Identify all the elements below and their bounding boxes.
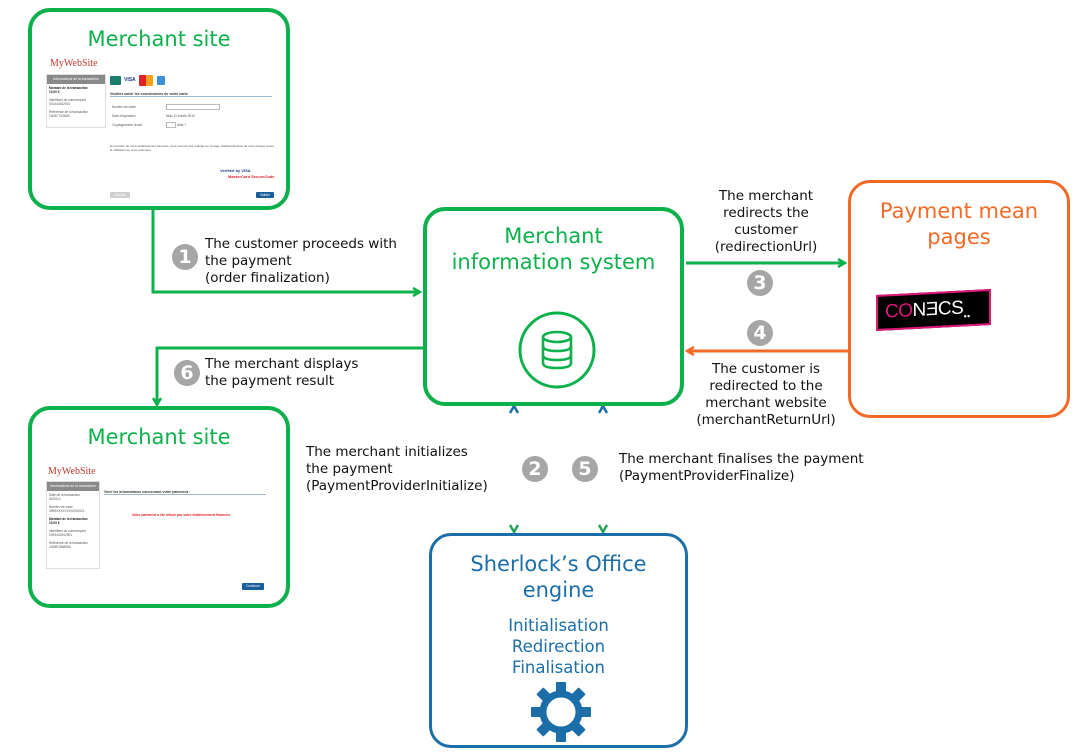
- cvv-label: Cryptogramme visuel: [112, 123, 143, 127]
- engine-title: Sherlock’s Office engine: [432, 551, 685, 603]
- merchant-site-top-node: Merchant site MyWebSite Informations de …: [28, 8, 290, 210]
- step-3-badge: 3: [747, 270, 773, 296]
- step-5-label: The merchant finalises the payment (Payme…: [619, 451, 864, 484]
- payment-refused-message: Votre paiement a été refusé par votre ét…: [132, 513, 231, 517]
- payment-page-screenshot: MyWebSite Informations de la transaction…: [32, 12, 286, 206]
- result-heading: Voici les informations concernant votre …: [104, 490, 266, 495]
- step-4-badge: 4: [747, 320, 773, 346]
- step-6-label: The merchant displays the payment result: [205, 356, 359, 389]
- sidebar-item: Identifiant du commerçant 0094442342901: [49, 528, 86, 537]
- engine-title-line2: engine: [522, 578, 595, 602]
- step-1-badge: 1: [172, 244, 198, 270]
- payment-mean-title: Payment mean pages: [851, 198, 1067, 250]
- sidebar-item: Identifiant du commerçant 001444342901: [49, 97, 86, 106]
- merchant-is-title-line1: Merchant: [504, 224, 603, 248]
- verified-by-visa-badge: Verified by VISA: [220, 168, 251, 173]
- payment-mean-pages-node: Payment mean pages CONƎCS..: [848, 180, 1070, 418]
- function-finalisation: Finalisation: [512, 658, 605, 677]
- mastercard-securecode-badge: MasterCard SecureCode: [228, 174, 275, 179]
- payment-mean-title-line2: pages: [927, 225, 991, 249]
- mywebsite-logo: MyWebSite: [48, 466, 96, 477]
- card-form-heading: Veuillez saisir les coordonnées de votre…: [110, 92, 272, 97]
- sidebar-item: Date de la transaction 04/2014: [49, 492, 81, 501]
- submit-button[interactable]: Valider: [256, 192, 274, 198]
- card-number-input[interactable]: [166, 104, 220, 110]
- sidebar-item: Montant de la transaction 10,00 €: [49, 516, 88, 525]
- gear-icon: [531, 682, 591, 742]
- step-1-label: The customer proceeds with the payment (or…: [205, 236, 397, 286]
- mywebsite-logo: MyWebSite: [50, 58, 98, 69]
- continue-button[interactable]: Continuer: [242, 583, 264, 590]
- step-2-badge: 2: [522, 456, 548, 482]
- cvv-help-link[interactable]: Aide ?: [177, 123, 186, 127]
- conecs-logo-co: CO: [885, 300, 913, 323]
- step-3-label: The merchant redirects the customer (redire…: [714, 188, 818, 255]
- mastercard-icon[interactable]: [139, 75, 153, 86]
- transaction-info-sidebar: Informations de la transaction Montant d…: [46, 74, 106, 128]
- cvv-input[interactable]: [166, 122, 176, 128]
- function-redirection: Redirection: [511, 637, 606, 656]
- sherlocks-office-engine-node: Sherlock’s Office engine Initialisation …: [429, 533, 688, 748]
- step-5-badge: 5: [572, 456, 598, 482]
- payment-mean-title-line1: Payment mean: [879, 199, 1039, 223]
- sidebar-item: Numéro de carte 4999XXXXXXXXXX0021: [49, 504, 85, 513]
- merchant-is-title: Merchant information system: [427, 223, 680, 275]
- amex-card-icon[interactable]: [157, 76, 165, 85]
- cb-card-icon[interactable]: [110, 76, 121, 85]
- database-icon: [518, 311, 596, 389]
- conecs-logo[interactable]: CONƎCS..: [876, 288, 991, 331]
- sidebar-item: Montant de la transaction 10,00 €: [49, 85, 88, 94]
- function-initialisation: Initialisation: [508, 616, 609, 635]
- transaction-info-sidebar: Informations de la transaction Date de l…: [46, 481, 100, 569]
- sidebar-header: Informations de la transaction: [47, 482, 99, 491]
- expiry-label: Date d'expiration: [112, 114, 136, 118]
- conecs-logo-necs: NƎCS: [912, 297, 964, 322]
- visa-card-icon[interactable]: VISA: [124, 76, 136, 85]
- step-2-label: The merchant initializes the payment (Paym…: [306, 444, 488, 494]
- merchant-site-bottom-node: Merchant site MyWebSite Informations de …: [28, 406, 290, 608]
- merchant-is-title-line2: information system: [451, 250, 656, 274]
- card-number-label: Numéro de carte: [112, 105, 136, 109]
- cancel-button[interactable]: Annuler: [110, 192, 130, 198]
- step-4-label: The customer is redirected to the merchant…: [696, 361, 836, 428]
- conecs-logo-dots: ..: [963, 304, 971, 321]
- expiry-select[interactable]: Mois 11 Année 2014: [166, 114, 195, 118]
- bank-auth-notice: En fonction de votre établissement banca…: [110, 144, 274, 152]
- engine-title-line1: Sherlock’s Office: [470, 552, 647, 576]
- sidebar-item: Référence de la transaction 1408E2868968: [49, 540, 88, 549]
- merchant-information-system-node: Merchant information system: [423, 207, 684, 406]
- engine-functions-list: Initialisation Redirection Finalisation: [432, 615, 685, 678]
- sidebar-item: Référence de la transaction 1408C7404I90: [49, 109, 88, 118]
- payment-result-screenshot: MyWebSite Informations de la transaction…: [32, 410, 286, 604]
- step-6-badge: 6: [174, 360, 200, 386]
- sidebar-header: Informations de la transaction: [47, 75, 105, 84]
